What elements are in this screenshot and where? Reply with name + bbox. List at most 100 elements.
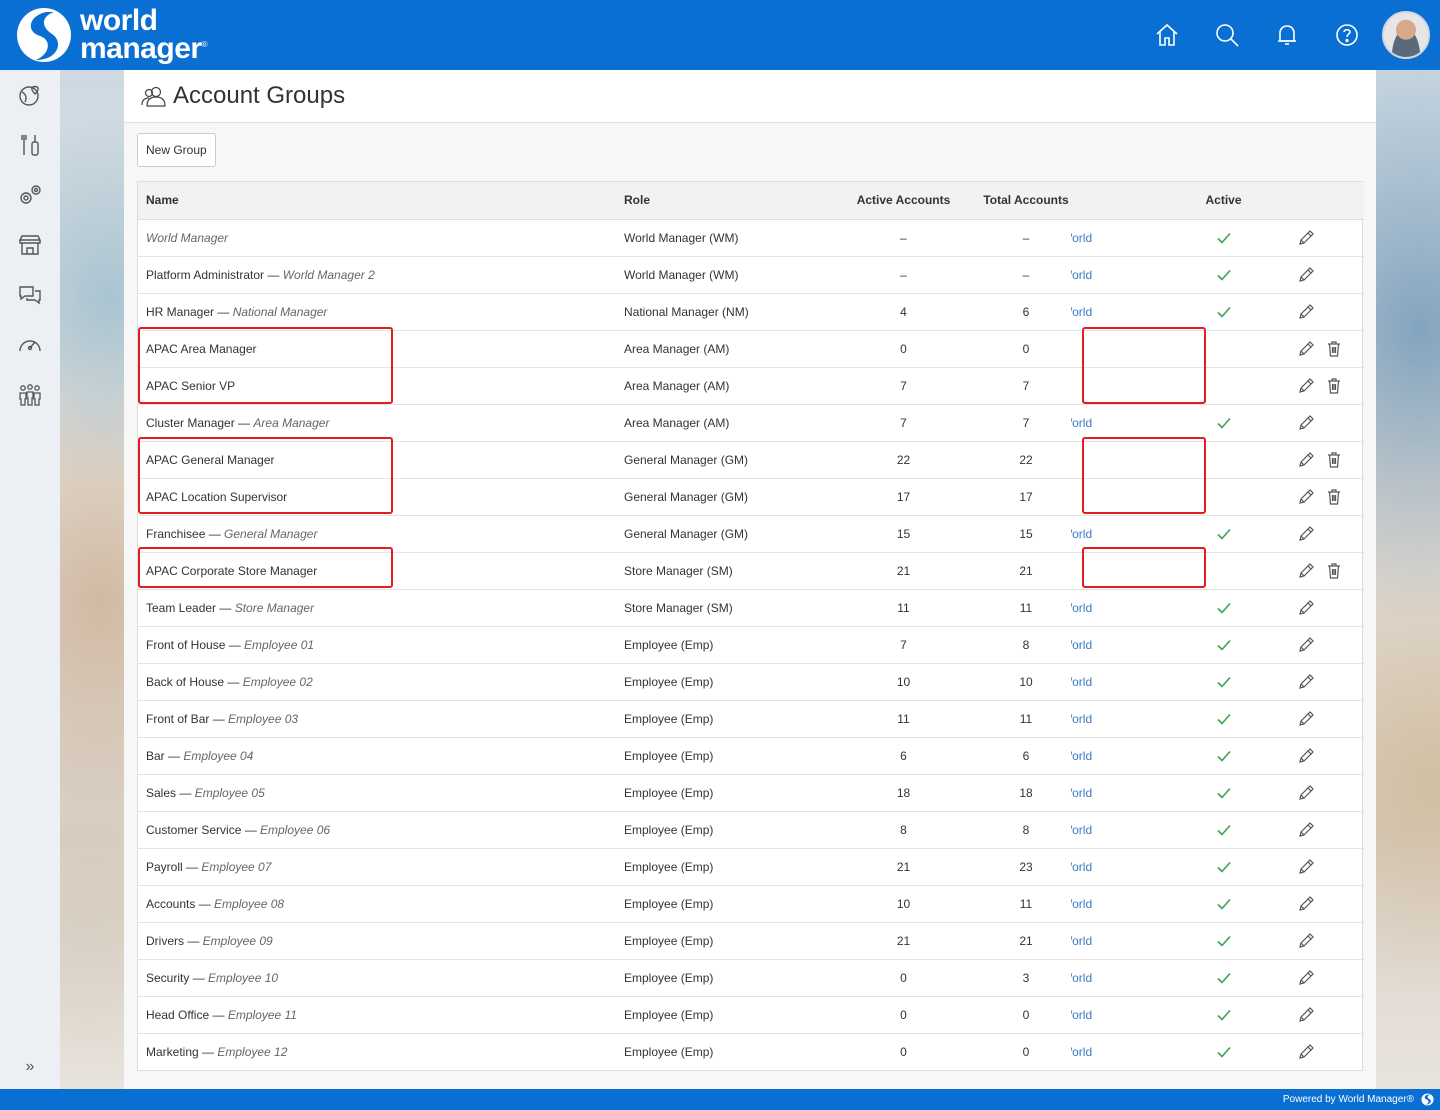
active-status-cell bbox=[1171, 959, 1276, 996]
edit-icon[interactable] bbox=[1295, 1004, 1317, 1026]
scope-link[interactable]: World bbox=[1071, 712, 1092, 726]
edit-icon[interactable] bbox=[1295, 486, 1317, 508]
search-icon[interactable] bbox=[1212, 20, 1242, 50]
edit-icon[interactable] bbox=[1295, 227, 1317, 249]
scope-cell: World bbox=[1071, 885, 1171, 922]
edit-icon[interactable] bbox=[1295, 560, 1317, 582]
edit-icon[interactable] bbox=[1295, 893, 1317, 915]
edit-icon[interactable] bbox=[1295, 930, 1317, 952]
scope-link[interactable]: World bbox=[1071, 934, 1092, 948]
scope-link[interactable]: World bbox=[1071, 527, 1092, 541]
total-accounts-cell: 7 bbox=[1022, 378, 1030, 393]
check-icon bbox=[1216, 674, 1232, 690]
role-cell: World Manager (WM) bbox=[624, 230, 739, 245]
group-name: Cluster Manager bbox=[146, 415, 235, 430]
edit-icon[interactable] bbox=[1295, 338, 1317, 360]
delete-icon[interactable] bbox=[1323, 338, 1345, 360]
group-name-cell: Bar — Employee 04 bbox=[146, 748, 254, 763]
edit-icon[interactable] bbox=[1295, 819, 1317, 841]
new-group-button[interactable]: New Group bbox=[137, 133, 216, 167]
scope-link[interactable]: World bbox=[1071, 268, 1092, 282]
sidebar-expand-button[interactable]: » bbox=[20, 1058, 40, 1082]
total-accounts-cell: 23 bbox=[1019, 859, 1033, 874]
group-name-cell: Head Office — Employee 11 bbox=[146, 1007, 297, 1022]
group-name-cell: Customer Service — Employee 06 bbox=[146, 822, 331, 837]
bell-icon[interactable] bbox=[1272, 20, 1302, 50]
brand-logo[interactable]: world manager® bbox=[14, 6, 208, 64]
delete-icon[interactable] bbox=[1323, 486, 1345, 508]
edit-icon[interactable] bbox=[1295, 597, 1317, 619]
gauge-icon[interactable] bbox=[15, 330, 45, 360]
scope-cell: World bbox=[1071, 848, 1171, 885]
header-actions bbox=[1152, 20, 1362, 50]
home-icon[interactable] bbox=[1152, 20, 1182, 50]
scope-link[interactable]: World bbox=[1071, 1008, 1092, 1022]
group-name: APAC Location Supervisor bbox=[146, 489, 288, 504]
edit-icon[interactable] bbox=[1295, 745, 1317, 767]
col-active-accounts[interactable]: Active Accounts bbox=[826, 182, 981, 220]
chat-icon[interactable] bbox=[15, 280, 45, 310]
actions-cell bbox=[1276, 589, 1364, 626]
scope-link[interactable]: World bbox=[1071, 675, 1092, 689]
col-name[interactable]: Name bbox=[138, 182, 616, 220]
store-icon[interactable] bbox=[15, 230, 45, 260]
total-accounts-cell: 8 bbox=[1022, 822, 1030, 837]
edit-icon[interactable] bbox=[1295, 856, 1317, 878]
check-icon bbox=[1216, 896, 1232, 912]
col-active[interactable]: Active bbox=[1171, 182, 1276, 220]
group-name: APAC General Manager bbox=[146, 452, 275, 467]
tools-icon[interactable] bbox=[15, 130, 45, 160]
active-status-cell bbox=[1171, 330, 1276, 367]
edit-icon[interactable] bbox=[1295, 301, 1317, 323]
total-accounts-cell: 6 bbox=[1022, 304, 1030, 319]
scope-link[interactable]: World bbox=[1071, 823, 1092, 837]
active-status-cell bbox=[1171, 367, 1276, 404]
scope-link[interactable]: World bbox=[1071, 971, 1092, 985]
active-accounts-cell: 6 bbox=[900, 748, 907, 763]
active-status-cell bbox=[1171, 737, 1276, 774]
people-icon[interactable] bbox=[15, 380, 45, 410]
role-cell: Employee (Emp) bbox=[624, 896, 714, 911]
help-icon[interactable] bbox=[1332, 20, 1362, 50]
edit-icon[interactable] bbox=[1295, 264, 1317, 286]
table-row: Accounts — Employee 08 Employee (Emp) 10 11… bbox=[138, 885, 1364, 922]
globe-pin-icon[interactable] bbox=[15, 80, 45, 110]
edit-icon[interactable] bbox=[1295, 375, 1317, 397]
group-name-cell: World Manager bbox=[138, 219, 616, 256]
active-accounts-cell: 7 bbox=[900, 378, 907, 393]
scope-link[interactable]: World bbox=[1071, 860, 1092, 874]
edit-icon[interactable] bbox=[1295, 782, 1317, 804]
gears-icon[interactable] bbox=[15, 180, 45, 210]
parent-group: Employee 03 bbox=[228, 711, 299, 726]
scope-link[interactable]: World bbox=[1071, 416, 1092, 430]
actions-cell bbox=[1276, 293, 1364, 330]
delete-icon[interactable] bbox=[1323, 375, 1345, 397]
group-name-cell: Payroll — Employee 07 bbox=[146, 859, 272, 874]
delete-icon[interactable] bbox=[1323, 560, 1345, 582]
edit-icon[interactable] bbox=[1295, 967, 1317, 989]
edit-icon[interactable] bbox=[1295, 634, 1317, 656]
active-accounts-cell: 0 bbox=[900, 970, 907, 985]
scope-link[interactable]: World bbox=[1071, 786, 1092, 800]
edit-icon[interactable] bbox=[1295, 1041, 1317, 1063]
edit-icon[interactable] bbox=[1295, 671, 1317, 693]
col-total-accounts[interactable]: Total Accounts bbox=[981, 182, 1071, 220]
group-name: APAC Senior VP bbox=[146, 378, 236, 393]
scope-link[interactable]: World bbox=[1071, 749, 1092, 763]
scope-link[interactable]: World bbox=[1071, 897, 1092, 911]
scope-link[interactable]: World bbox=[1071, 601, 1092, 615]
scope-link[interactable]: World bbox=[1071, 1045, 1092, 1059]
edit-icon[interactable] bbox=[1295, 523, 1317, 545]
scope-link[interactable]: World bbox=[1071, 305, 1092, 319]
scope-link[interactable]: World bbox=[1071, 231, 1092, 245]
total-accounts-cell: 8 bbox=[1022, 637, 1030, 652]
user-avatar[interactable] bbox=[1382, 11, 1430, 59]
edit-icon[interactable] bbox=[1295, 449, 1317, 471]
edit-icon[interactable] bbox=[1295, 412, 1317, 434]
col-role[interactable]: Role bbox=[616, 182, 826, 220]
scope-link[interactable]: World bbox=[1071, 638, 1092, 652]
role-cell: Employee (Emp) bbox=[624, 933, 714, 948]
group-name: Drivers bbox=[146, 933, 184, 948]
delete-icon[interactable] bbox=[1323, 449, 1345, 471]
edit-icon[interactable] bbox=[1295, 708, 1317, 730]
